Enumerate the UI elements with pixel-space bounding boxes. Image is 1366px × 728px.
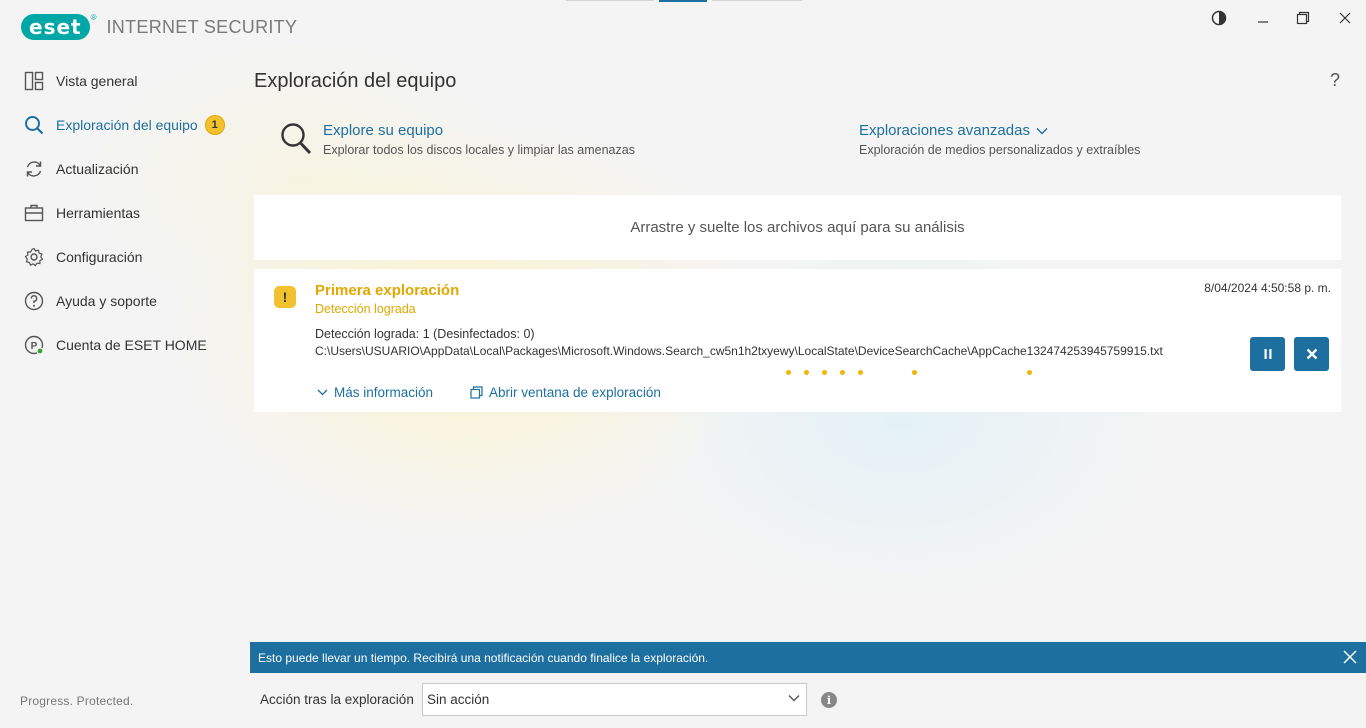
new-window-icon [470,386,483,399]
sidebar-item-settings[interactable]: Configuración [24,245,142,269]
sidebar-item-help[interactable]: Ayuda y soporte [24,289,157,313]
sidebar-item-label: Herramientas [56,205,141,221]
eset-logo: eset [21,14,90,40]
progress-dot [912,370,917,375]
after-scan-select[interactable]: Sin acción [422,683,807,716]
sidebar-item-update[interactable]: Actualización [24,157,139,181]
sidebar-item-label: Ayuda y soporte [56,293,157,309]
progress-dot [858,370,863,375]
sidebar-item-label: Actualización [56,161,139,177]
after-scan-label: Acción tras la exploración [260,692,414,707]
advanced-scans-title: Exploraciones avanzadas [859,122,1030,139]
sidebar-item-eset-home[interactable]: P Cuenta de ESET HOME [24,333,207,357]
scan-computer-subtitle: Explorar todos los discos locales y limp… [323,143,635,157]
sidebar-item-label: Cuenta de ESET HOME [56,337,207,353]
pause-icon [1264,349,1271,359]
logo-trademark: ® [90,13,97,22]
search-icon [281,123,312,155]
contrast-icon [1211,10,1227,26]
sidebar-item-tools[interactable]: Herramientas [24,201,140,225]
dashboard-icon [24,71,44,91]
gear-icon [24,247,44,267]
warning-icon: ! [274,286,296,308]
after-scan-selected: Sin acción [427,692,490,707]
app-title: INTERNET SECURITY [106,16,298,37]
dropzone-text: Arrastre y suelte los archivos aquí para… [630,219,965,236]
warning-badge: 1 [205,116,224,134]
restore-icon [1296,11,1310,25]
info-icon[interactable]: i [821,692,837,708]
open-scan-window-label: Abrir ventana de exploración [489,385,661,400]
restore-button[interactable] [1288,6,1318,30]
sidebar-item-label: Vista general [56,73,138,89]
close-window-button[interactable] [1330,6,1360,30]
sidebar-item-computer-scan[interactable]: Exploración del equipo 1 [24,113,224,137]
scan-timestamp: 8/04/2024 4:50:58 p. m. [1204,281,1331,295]
sidebar-item-overview[interactable]: Vista general [24,69,137,93]
scan-progress-card: ! Primera exploración Detección lograda … [254,269,1341,412]
footer-tagline: Progress. Protected. [20,694,134,708]
minimize-icon [1258,21,1268,23]
notification-text: Esto puede llevar un tiempo. Recibirá un… [258,650,709,665]
progress-dot [786,370,791,375]
sidebar-item-label: Exploración del equipo [56,117,198,133]
more-info-label: Más información [334,385,434,400]
top-divider-right [712,0,802,1]
chevron-down-icon [317,389,328,396]
page-title: Exploración del equipo [254,70,457,92]
close-icon [1339,12,1351,24]
close-icon [1306,348,1317,360]
refresh-icon [26,161,42,177]
stop-scan-button[interactable] [1294,337,1329,371]
pause-scan-button[interactable] [1250,337,1285,371]
sidebar-item-label: Configuración [56,249,143,265]
top-divider-left [566,0,654,1]
chevron-down-icon [788,695,800,702]
progress-dot [822,370,827,375]
search-icon [25,116,44,135]
more-info-link[interactable]: Más información [317,385,433,400]
help-icon [24,291,44,311]
file-dropzone[interactable]: Arrastre y suelte los archivos aquí para… [254,195,1341,260]
scan-status: Detección lograda [315,302,416,316]
minimize-button[interactable] [1248,6,1278,30]
detection-summary: Detección lograda: 1 (Desinfectados: 0) [315,327,535,341]
progress-dot [840,370,845,375]
current-scanned-file: C:\Users\USUARIO\AppData\Local\Packages\… [315,344,1163,358]
top-divider-active [659,0,707,2]
progress-dot [1027,370,1032,375]
progress-dot [804,370,809,375]
scan-computer-title: Explore su equipo [323,122,444,139]
help-button[interactable]: ? [1330,70,1340,91]
notification-bar: Esto puede llevar un tiempo. Recibirá un… [250,642,1366,673]
scan-title: Primera exploración [315,282,460,299]
advanced-scans-subtitle: Exploración de medios personalizados y e… [859,143,1141,157]
app-logo: eset ® INTERNET SECURITY [21,13,297,41]
advanced-scans-option[interactable]: Exploraciones avanzadas Exploración de m… [859,122,1279,157]
open-scan-window-link[interactable]: Abrir ventana de exploración [470,385,661,400]
eset-home-icon: P [24,335,44,355]
close-icon[interactable] [1342,649,1358,665]
chevron-down-icon [1036,127,1048,134]
toolbox-icon [24,204,44,222]
contrast-toggle-button[interactable] [1204,6,1234,30]
